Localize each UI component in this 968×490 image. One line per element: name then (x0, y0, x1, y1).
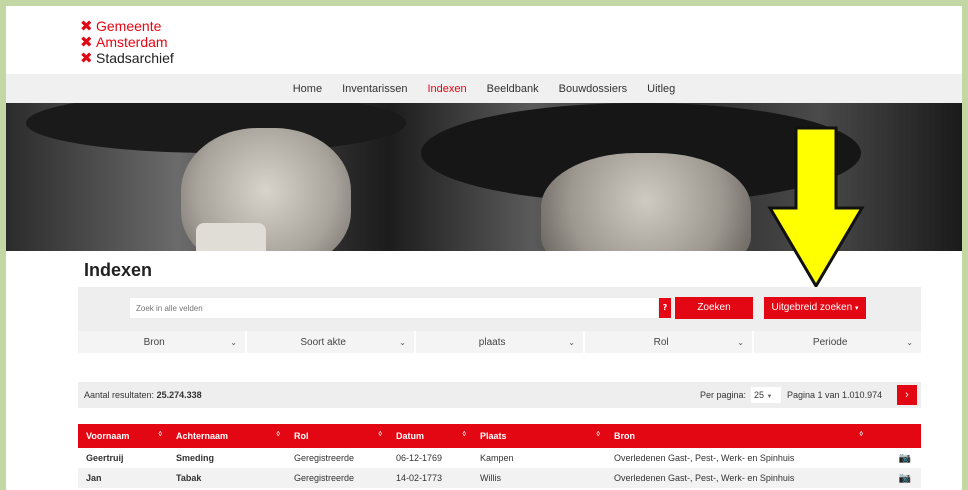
filter-label: plaats (478, 336, 506, 348)
chevron-down-icon: ▾ (854, 305, 859, 312)
header-label: Rol (294, 431, 309, 441)
col-rol[interactable]: Rol ◊ (286, 431, 388, 441)
filter-soort-akte[interactable]: Soort akte ⌄ (247, 331, 416, 353)
main-nav: Home Inventarissen Indexen Beeldbank Bou… (6, 74, 962, 103)
nav-uitleg[interactable]: Uitleg (647, 83, 675, 95)
chevron-down-icon: ⌄ (737, 337, 744, 347)
col-voornaam[interactable]: Voornaam ◊ (78, 431, 168, 441)
filter-rol[interactable]: Rol ⌄ (585, 331, 754, 353)
sort-icon: ◊ (462, 431, 466, 438)
cell-plaats: Kampen (480, 453, 514, 463)
page-title: Indexen (84, 260, 153, 280)
yellow-arrow-icon (767, 126, 865, 289)
filter-periode[interactable]: Periode ⌄ (754, 331, 921, 353)
hero-face-right (541, 153, 751, 251)
col-achternaam[interactable]: Achternaam ◊ (168, 431, 286, 441)
camera-icon[interactable]: 📷 (869, 473, 921, 484)
search-button[interactable]: Zoeken (675, 297, 753, 319)
table-row[interactable]: Jan Tabak Geregistreerde 14-02-1773 Will… (78, 468, 921, 488)
cell-rol: Geregistreerde (294, 453, 355, 463)
cell-voornaam: Jan (86, 473, 102, 483)
sort-icon: ◊ (596, 431, 600, 438)
advanced-search-label: Uitgebreid zoeken (771, 302, 853, 313)
results-bar: Aantal resultaten: 25.274.338 Per pagina… (78, 382, 921, 408)
filter-row: Bron ⌄ Soort akte ⌄ plaats ⌄ Rol ⌄ Periode ⌄ (78, 331, 921, 353)
col-plaats[interactable]: Plaats ◊ (472, 431, 606, 441)
cell-datum: 06-12-1769 (396, 453, 443, 463)
search-input[interactable] (130, 298, 658, 318)
results-count: 25.274.338 (156, 390, 202, 400)
hero-collar (196, 223, 266, 251)
site-logo[interactable]: ✖ Gemeente ✖ Amsterdam ✖ Stadsarchief (80, 18, 174, 66)
per-page-select[interactable]: 25 ▼ (751, 387, 781, 403)
filter-label: Bron (143, 336, 165, 348)
header-label: Achternaam (176, 431, 229, 441)
cell-voornaam: Geertruij (86, 453, 124, 463)
per-page-value: 25 (754, 390, 765, 400)
cell-achternaam: Tabak (176, 473, 202, 483)
help-button[interactable]: ? (659, 298, 671, 318)
next-page-button[interactable]: › (897, 385, 917, 405)
filter-label: Soort akte (300, 336, 346, 348)
nav-beeldbank[interactable]: Beeldbank (487, 83, 539, 95)
filter-label: Periode (812, 336, 848, 348)
cell-achternaam: Smeding (176, 453, 215, 463)
cell-bron: Overledenen Gast-, Pest-, Werk- en Spinh… (614, 473, 795, 483)
filter-label: Rol (653, 336, 669, 348)
filter-bron[interactable]: Bron ⌄ (78, 331, 247, 353)
page-frame: ✖ Gemeente ✖ Amsterdam ✖ Stadsarchief Home … (6, 6, 962, 490)
table-row[interactable]: Geertruij Smeding Geregistreerde 06-12-1… (78, 448, 921, 468)
results-table: Voornaam ◊ Achternaam ◊ Rol ◊ Datum ◊ Plaats… (78, 424, 921, 488)
sort-icon: ◊ (378, 431, 382, 438)
cell-plaats: Willis (480, 473, 501, 483)
sort-icon: ◊ (158, 431, 162, 438)
per-page-label: Per pagina: (700, 390, 747, 400)
page-info: Pagina 1 van 1.010.974 (787, 390, 883, 400)
sort-icon: ◊ (276, 431, 280, 438)
col-datum[interactable]: Datum ◊ (388, 431, 472, 441)
cell-datum: 14-02-1773 (396, 473, 443, 483)
logo-line-2: Amsterdam (96, 34, 168, 50)
cross-icon: ✖ (80, 49, 93, 67)
chevron-down-icon: ⌄ (906, 337, 913, 347)
camera-icon[interactable]: 📷 (869, 453, 921, 464)
cross-icon: ✖ (80, 33, 93, 51)
col-bron[interactable]: Bron ◊ (606, 431, 869, 441)
cell-rol: Geregistreerde (294, 473, 355, 483)
table-header: Voornaam ◊ Achternaam ◊ Rol ◊ Datum ◊ Plaats… (78, 424, 921, 448)
chevron-down-icon: ⌄ (399, 337, 406, 347)
chevron-down-icon: ⌄ (568, 337, 575, 347)
search-panel: ? Zoeken Uitgebreid zoeken ▾ Bron ⌄ Soort… (78, 287, 921, 353)
nav-inventarissen[interactable]: Inventarissen (342, 83, 407, 95)
header-label: Bron (614, 431, 635, 441)
chevron-down-icon: ▼ (766, 394, 773, 400)
logo-line-3: Stadsarchief (96, 50, 174, 66)
header-label: Datum (396, 431, 425, 441)
results-label: Aantal resultaten: (84, 390, 155, 400)
cell-bron: Overledenen Gast-, Pest-, Werk- en Spinh… (614, 453, 795, 463)
logo-line-1: Gemeente (96, 18, 162, 34)
nav-home[interactable]: Home (293, 83, 322, 95)
sort-icon: ◊ (859, 431, 863, 438)
header-label: Voornaam (86, 431, 130, 441)
nav-indexen[interactable]: Indexen (428, 83, 467, 95)
filter-plaats[interactable]: plaats ⌄ (416, 331, 585, 353)
chevron-down-icon: ⌄ (230, 337, 237, 347)
advanced-search-button[interactable]: Uitgebreid zoeken ▾ (764, 297, 866, 319)
results-summary: Aantal resultaten: 25.274.338 (84, 390, 202, 400)
nav-bouwdossiers[interactable]: Bouwdossiers (559, 83, 627, 95)
cross-icon: ✖ (80, 17, 93, 35)
header-label: Plaats (480, 431, 507, 441)
